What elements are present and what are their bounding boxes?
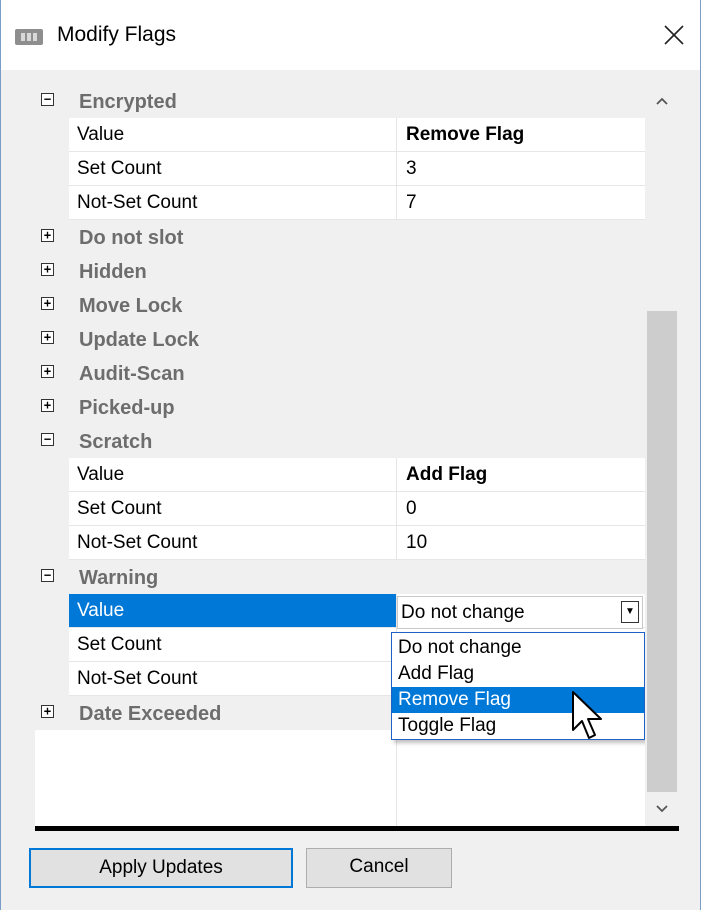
mouse-cursor-icon [572,691,602,739]
category-label: Picked-up [79,397,175,419]
property-value: 0 [406,498,417,519]
category-label: Warning [79,567,159,589]
dialog-title: Modify Flags [57,23,177,46]
property-row[interactable]: Set Count 3 [35,152,646,186]
collapse-icon[interactable]: − [41,433,54,446]
scroll-down-button[interactable] [645,792,679,826]
property-value: Remove Flag [406,124,525,145]
close-icon [664,25,684,45]
property-name: Not-Set Count [77,532,198,553]
scrollbar-thumb[interactable] [647,311,677,792]
cancel-button[interactable]: Cancel [306,848,452,888]
property-name: Set Count [77,498,162,519]
category-label: Scratch [79,431,153,453]
property-name: Set Count [77,158,162,179]
property-name-cell[interactable]: Set Count [69,628,429,662]
grid-bottom-border [35,826,679,831]
expand-icon[interactable]: + [41,263,54,276]
grid-empty-area [35,730,645,826]
app-icon [15,29,43,45]
property-name-cell[interactable]: Not-Set Count [69,662,429,696]
property-name-cell[interactable]: Value [69,594,429,628]
combobox-dropdown-button[interactable]: ▼ [621,601,639,623]
property-name-cell[interactable]: Set Count [69,152,429,186]
property-row[interactable]: Not-Set Count 10 [35,526,646,560]
property-value: 10 [406,532,428,553]
close-button[interactable] [651,14,697,56]
category-row[interactable]: − Scratch [35,424,645,458]
category-row[interactable]: + Do not slot [35,220,645,254]
expand-icon[interactable]: + [41,365,54,378]
expand-icon[interactable]: + [41,229,54,242]
category-label: Date Exceeded [79,703,222,725]
property-name-cell[interactable]: Not-Set Count [69,186,429,220]
chevron-up-icon [656,97,668,105]
category-label: Update Lock [79,329,200,351]
category-row[interactable]: − Encrypted [35,84,645,118]
modify-flags-dialog: Modify Flags − Encrypted Value Remove Flag S… [0,0,701,910]
combobox-value: Do not change [401,602,525,623]
apply-updates-button[interactable]: Apply Updates [29,848,293,888]
category-row[interactable]: + Picked-up [35,390,645,424]
property-name: Set Count [77,634,162,655]
option-add-flag[interactable]: Add Flag [392,661,644,687]
property-name: Value [77,600,125,621]
dropdown-arrow-icon: ▼ [625,606,635,617]
category-row[interactable]: + Move Lock [35,288,645,322]
property-row[interactable]: Set Count 0 [35,492,646,526]
option-do-not-change[interactable]: Do not change [392,635,644,661]
property-name-cell[interactable]: Value [69,118,429,152]
property-value-cell[interactable]: 7 [396,186,646,220]
property-row[interactable]: Value Remove Flag [35,118,646,152]
property-value-cell[interactable]: 0 [396,492,646,526]
category-label: Hidden [79,261,147,283]
expand-icon[interactable]: + [41,705,54,718]
property-name-cell[interactable]: Not-Set Count [69,526,429,560]
category-label: Audit-Scan [79,363,185,385]
category-row[interactable]: + Hidden [35,254,645,288]
property-name: Not-Set Count [77,192,198,213]
collapse-icon[interactable]: − [41,93,54,106]
property-name: Not-Set Count [77,668,198,689]
category-label: Move Lock [79,295,183,317]
expand-icon[interactable]: + [41,331,54,344]
property-value-cell[interactable]: Remove Flag [396,118,646,152]
category-row[interactable]: − Warning [35,560,645,594]
property-value-cell[interactable]: 10 [396,526,646,560]
property-row[interactable]: Value Add Flag [35,458,646,492]
warning-value-combobox[interactable]: Do not change ▼ [397,596,643,629]
expand-icon[interactable]: + [41,399,54,412]
collapse-icon[interactable]: − [41,569,54,582]
property-name-cell[interactable]: Value [69,458,429,492]
category-label: Do not slot [79,227,184,249]
expand-icon[interactable]: + [41,297,54,310]
scroll-up-button[interactable] [645,84,679,118]
category-label: Encrypted [79,91,177,113]
property-row[interactable]: Not-Set Count 7 [35,186,646,220]
property-value: 3 [406,158,417,179]
property-name: Value [77,464,125,485]
chevron-down-icon [656,805,668,813]
property-name: Value [77,124,125,145]
property-name-cell[interactable]: Set Count [69,492,429,526]
category-row[interactable]: + Audit-Scan [35,356,645,390]
property-value: 7 [406,192,417,213]
category-row[interactable]: + Update Lock [35,322,645,356]
title-bar: Modify Flags [1,0,700,70]
vertical-scrollbar[interactable] [645,84,679,826]
property-value-cell[interactable]: 3 [396,152,646,186]
grid-column-divider [396,730,397,826]
property-value-cell[interactable]: Add Flag [396,458,646,492]
property-value: Add Flag [406,464,488,485]
